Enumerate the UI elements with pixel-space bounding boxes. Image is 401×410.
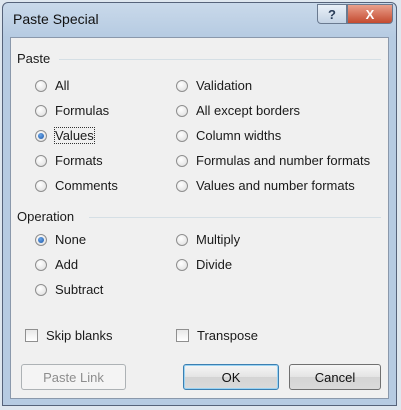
radio-formats[interactable]: Formats [35, 153, 103, 168]
paste-group-divider [59, 59, 381, 60]
paste-group-label: Paste [17, 51, 51, 66]
radio-circle[interactable] [35, 79, 47, 92]
radio-label: Validation [196, 78, 253, 93]
radio-label: Column widths [196, 128, 282, 143]
radio-circle[interactable] [176, 104, 188, 117]
close-icon: X [365, 6, 375, 22]
radio-circle[interactable] [35, 283, 47, 296]
radio-circle[interactable] [176, 154, 188, 167]
radio-label: Values and number formats [196, 178, 355, 193]
radio-values-and-number-formats[interactable]: Values and number formats [176, 178, 355, 193]
radio-label: None [55, 232, 87, 247]
checkbox-label: Transpose [197, 328, 258, 343]
radio-circle[interactable] [176, 79, 188, 92]
paste-link-button[interactable]: Paste Link [21, 364, 126, 390]
checkbox-label: Skip blanks [46, 328, 113, 343]
radio-comments[interactable]: Comments [35, 178, 118, 193]
radio-label: Formulas and number formats [196, 153, 371, 168]
radio-values[interactable]: Values [35, 127, 95, 144]
radio-circle[interactable] [176, 258, 188, 271]
radio-circle-selected[interactable] [35, 129, 47, 142]
operation-group-divider [89, 217, 381, 218]
checkbox-box[interactable] [25, 329, 38, 342]
close-button[interactable]: X [347, 4, 393, 24]
radio-circle[interactable] [35, 258, 47, 271]
radio-circle[interactable] [35, 154, 47, 167]
title-bar: Paste Special ? X [3, 3, 396, 37]
radio-column-widths[interactable]: Column widths [176, 128, 281, 143]
radio-formulas-and-number-formats[interactable]: Formulas and number formats [176, 153, 370, 168]
radio-circle[interactable] [176, 129, 188, 142]
radio-validation[interactable]: Validation [176, 78, 252, 93]
help-button[interactable]: ? [317, 4, 347, 24]
radio-label: All [55, 78, 70, 93]
radio-divide[interactable]: Divide [176, 257, 232, 272]
radio-circle[interactable] [35, 179, 47, 192]
checkbox-box[interactable] [176, 329, 189, 342]
radio-subtract[interactable]: Subtract [35, 282, 103, 297]
ok-button[interactable]: OK [183, 364, 279, 390]
radio-circle-selected[interactable] [35, 233, 47, 246]
radio-none[interactable]: None [35, 232, 86, 247]
radio-label: Subtract [55, 282, 104, 297]
radio-label: Add [55, 257, 79, 272]
radio-all[interactable]: All [35, 78, 69, 93]
radio-multiply[interactable]: Multiply [176, 232, 240, 247]
radio-label: Values [54, 127, 95, 144]
radio-all-except-borders[interactable]: All except borders [176, 103, 300, 118]
radio-formulas[interactable]: Formulas [35, 103, 109, 118]
checkbox-transpose[interactable]: Transpose [176, 328, 258, 343]
radio-circle[interactable] [176, 179, 188, 192]
paste-special-dialog: Paste Special ? X Paste All Formulas Val… [2, 2, 397, 406]
radio-label: Formulas [55, 103, 110, 118]
radio-label: Formats [55, 153, 103, 168]
dialog-body: Paste All Formulas Values Formats Commen… [10, 37, 389, 399]
radio-circle[interactable] [176, 233, 188, 246]
radio-label: Divide [196, 257, 233, 272]
radio-label: Multiply [196, 232, 241, 247]
radio-circle[interactable] [35, 104, 47, 117]
operation-group-label: Operation [17, 209, 75, 224]
checkbox-skip-blanks[interactable]: Skip blanks [25, 328, 112, 343]
radio-add[interactable]: Add [35, 257, 78, 272]
help-icon: ? [328, 6, 336, 22]
dialog-title: Paste Special [13, 11, 99, 27]
cancel-button[interactable]: Cancel [289, 364, 381, 390]
radio-label: Comments [55, 178, 118, 193]
radio-label: All except borders [196, 103, 301, 118]
